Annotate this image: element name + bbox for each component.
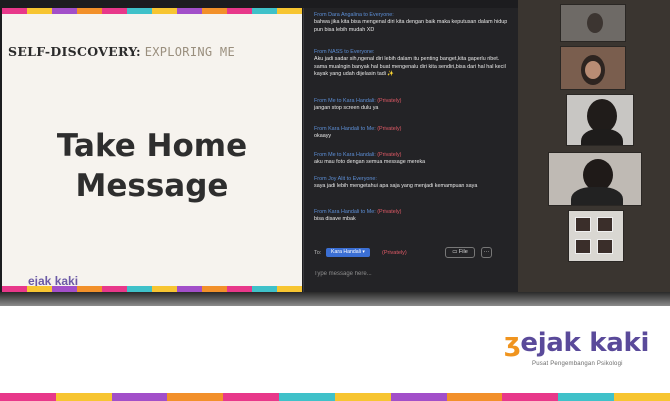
file-icon: ▭	[452, 249, 458, 255]
chat-more-button[interactable]: ···	[481, 247, 492, 258]
participant-photo-thumb	[575, 239, 591, 254]
chat-message-text: okaayy	[314, 133, 332, 140]
chat-message-text: saya jadi lebih mengetahui apa saja yang…	[314, 183, 478, 190]
stripe-segment	[152, 8, 177, 14]
slide-heading-bold: SELF-DISCOVERY:	[8, 44, 141, 59]
monitor-screen: SELF-DISCOVERY: EXPLORING ME Take Home M…	[0, 0, 670, 300]
shared-slide: SELF-DISCOVERY: EXPLORING ME Take Home M…	[2, 8, 302, 292]
stripe-segment	[102, 8, 127, 14]
participant-photo-thumb	[597, 217, 613, 232]
participant-face	[585, 61, 601, 79]
stripe-segment	[446, 393, 503, 401]
chat-message-sender: From Kara Handali to Me: (Privately)	[314, 209, 402, 215]
stripe-segment	[2, 8, 27, 14]
stripe-segment	[27, 8, 52, 14]
brand-footer: ʒejak kaki Pusat Pengembangan Psikologi	[0, 306, 670, 401]
participant-photo-thumb	[575, 217, 591, 232]
participant-video-tile[interactable]	[548, 152, 642, 206]
chat-to-label: To:	[314, 250, 322, 256]
chat-message-text: Aku jadi sadar sih,ngenal diri lebih dal…	[314, 56, 506, 78]
chat-message: From Kara Handali to Me: (Privately) bis…	[314, 209, 510, 224]
stripe-segment	[202, 8, 227, 14]
participant-photo-thumb	[597, 239, 613, 254]
stripe-segment	[55, 393, 112, 401]
chat-message-text: jangan stop screen dulu ya	[314, 105, 379, 112]
chat-recipient-row: To: Kara Handali ▾ (Privately) ▭ File ··…	[314, 247, 510, 259]
slide-color-stripe-top	[2, 8, 302, 14]
chat-message-sender: From Me to Kara Handali: (Privately)	[314, 152, 402, 158]
stripe-segment	[167, 393, 224, 401]
chat-message: From Joy Alit to Everyone: saya jadi leb…	[314, 176, 510, 191]
brand-logo-text: ejak kaki	[520, 328, 650, 358]
stripe-segment	[502, 393, 559, 401]
stripe-segment	[558, 393, 615, 401]
chat-message-sender: From Kara Handali to Me: (Privately)	[314, 126, 402, 132]
stripe-segment	[52, 8, 77, 14]
chat-message-sender: From Me to Kara Handali: (Privately)	[314, 98, 402, 104]
chat-message-text: bisa disave mbak	[314, 216, 356, 223]
participant-gallery	[518, 0, 670, 300]
chat-message: From Me to Kara Handali: (Privately) aku…	[314, 152, 510, 167]
stripe-segment	[277, 8, 302, 14]
chat-recipient-dropdown[interactable]: Kara Handali ▾	[326, 248, 371, 257]
stripe-segment	[227, 8, 252, 14]
participant-video-tile[interactable]	[560, 4, 626, 42]
chat-panel: From Dara Angalina to Everyone: bahwa ji…	[303, 8, 518, 292]
chat-message: From Kara Handali to Me: (Privately) oka…	[314, 126, 510, 141]
stripe-segment	[334, 393, 391, 401]
chat-privately-label: (Privately)	[382, 250, 407, 256]
participant-body	[571, 187, 623, 205]
chat-message-sender: From Joy Alit to Everyone:	[314, 176, 377, 182]
slide-heading: SELF-DISCOVERY: EXPLORING ME	[8, 44, 235, 59]
chat-message-sender: From NASS to Everyone:	[314, 49, 375, 55]
participant-video-tile[interactable]	[560, 46, 626, 90]
stripe-segment	[111, 393, 168, 401]
chat-message-sender: From Dara Angalina to Everyone:	[314, 12, 394, 18]
chat-message-text: bahwa jika kita bisa mengenal diri kita …	[314, 19, 508, 33]
chat-message: From NASS to Everyone: Aku jadi sadar si…	[314, 49, 510, 79]
brand-logo-mark: ʒ	[504, 328, 521, 358]
stripe-segment	[390, 393, 447, 401]
chat-message: From Dara Angalina to Everyone: bahwa ji…	[314, 12, 510, 34]
participant-body	[581, 129, 623, 145]
slide-heading-thin: EXPLORING ME	[144, 45, 235, 59]
stripe-segment	[77, 8, 102, 14]
participant-video-tile[interactable]	[566, 94, 634, 146]
stripe-segment	[252, 8, 277, 14]
participant-video-tile[interactable]	[568, 210, 624, 262]
stripe-segment	[223, 393, 280, 401]
stripe-segment	[279, 393, 335, 401]
stripe-segment	[127, 8, 152, 14]
brand-logo: ʒejak kaki	[504, 328, 649, 358]
chat-message: From Me to Kara Handali: (Privately) jan…	[314, 98, 510, 113]
slide-title: Take Home Message	[2, 126, 302, 206]
stripe-segment	[614, 393, 670, 401]
slide-title-line-1: Take Home	[56, 128, 248, 164]
stripe-segment	[0, 393, 56, 401]
photo-of-video-call: SELF-DISCOVERY: EXPLORING ME Take Home M…	[0, 0, 670, 401]
participant-silhouette	[587, 13, 603, 33]
brand-tagline: Pusat Pengembangan Psikologi	[532, 361, 623, 367]
participant-silhouette	[587, 99, 617, 133]
chat-message-text: aku mau foto dengan semua message mereka	[314, 159, 426, 166]
chat-file-button[interactable]: ▭ File	[445, 247, 475, 258]
slide-title-line-2: Message	[75, 168, 229, 204]
monitor-bezel	[0, 292, 670, 306]
chat-message-input[interactable]	[314, 267, 510, 281]
stripe-segment	[177, 8, 202, 14]
brand-color-stripe	[0, 393, 670, 401]
